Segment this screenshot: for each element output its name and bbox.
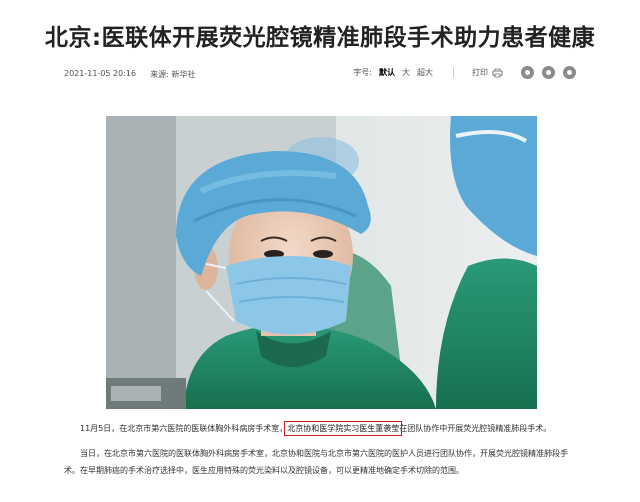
font-size-default[interactable]: 默认 <box>379 67 395 78</box>
font-size-large[interactable]: 大 <box>402 67 410 78</box>
print-label: 打印 <box>472 68 488 77</box>
share-buttons <box>521 66 576 79</box>
divider <box>453 67 454 78</box>
source-label: 来源: <box>150 70 169 79</box>
print-button[interactable]: 打印 <box>472 67 503 78</box>
article-body: 11月5日，在北京市第六医院的医联体胸外科病房手术室，北京协和医学院实习医生董袭… <box>64 420 576 487</box>
article-meta-bar: 2021-11-05 20:16 来源: 新华社 字号: 默认 大 超大 打印 <box>64 66 576 82</box>
article-title: 北京:医联体开展荧光腔镜精准肺段手术助力患者健康 <box>44 25 596 51</box>
paragraph-1-end: 在团队协作中开展荧光腔镜精准肺段手术。 <box>399 424 552 433</box>
publish-datetime: 2021-11-05 20:16 <box>64 69 137 78</box>
paragraph-2: 当日，在北京市第六医院的医联体胸外科病房手术室，北京协和医院与北京市第六医院的医… <box>64 449 568 475</box>
paragraph-1: 11月5日，在北京市第六医院的医联体胸外科病房手术室，北京协和医学院实习医生董袭… <box>64 420 576 437</box>
share-icon[interactable] <box>521 66 534 79</box>
article-photo <box>106 116 537 409</box>
printer-icon <box>492 68 503 77</box>
font-size-xlarge[interactable]: 超大 <box>417 67 433 78</box>
source-name[interactable]: 新华社 <box>171 70 195 79</box>
paragraph-1-start: 11月5日，在北京市第六医院的医联体胸外科病房手术室， <box>80 424 288 433</box>
font-size-label: 字号: <box>353 68 372 77</box>
weibo-icon[interactable] <box>542 66 555 79</box>
highlighted-name: 北京协和医学院实习医生董袭莹 <box>284 421 403 436</box>
surgeon-photo-illustration <box>106 116 537 409</box>
source-info: 来源: 新华社 <box>150 69 195 80</box>
font-size-selector: 字号: 默认 大 超大 <box>353 67 433 78</box>
qzone-icon[interactable] <box>563 66 576 79</box>
